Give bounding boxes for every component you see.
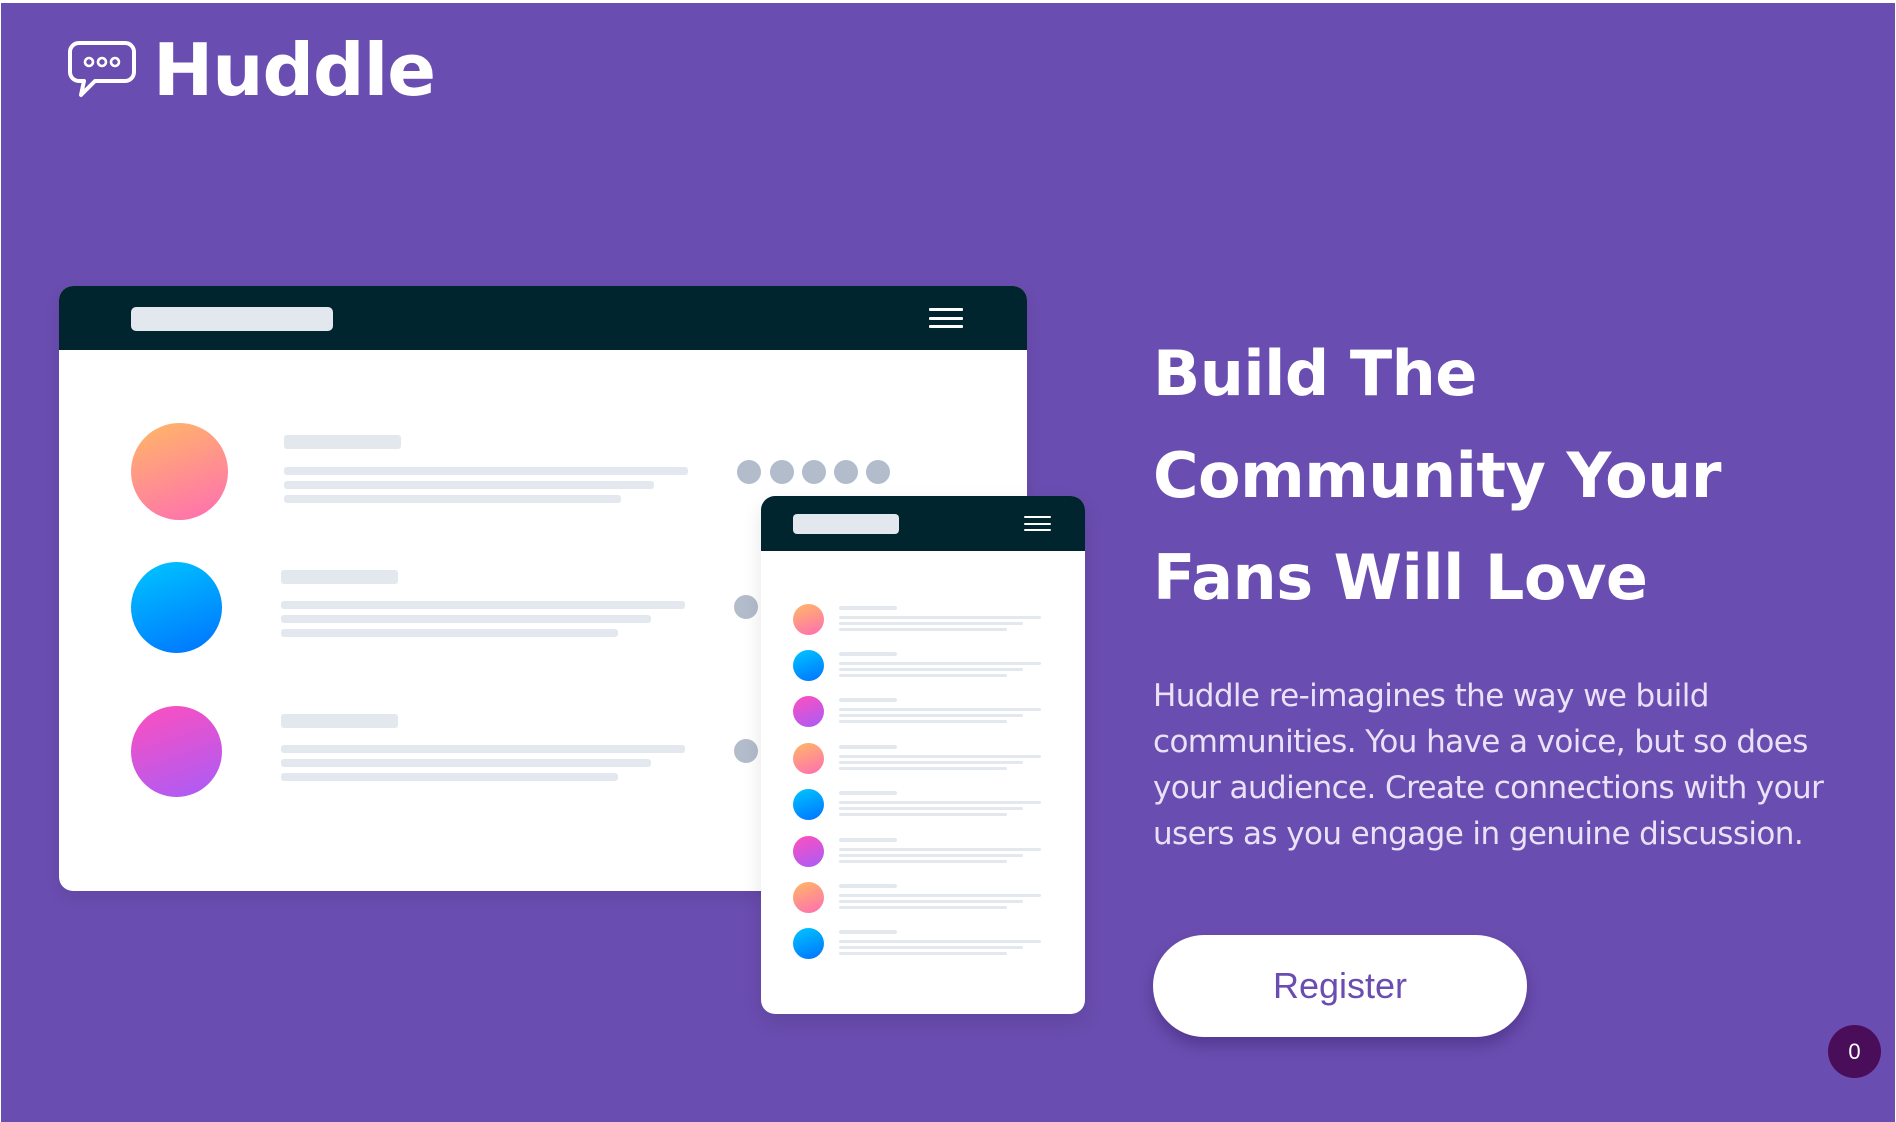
mockup-line bbox=[281, 601, 685, 609]
mockup-avatar bbox=[131, 562, 222, 653]
mockup-line bbox=[839, 674, 1007, 677]
mockup-line bbox=[839, 860, 1007, 863]
page: Huddle Build The Community Your Fans Wil… bbox=[0, 0, 1896, 1122]
mockup-line bbox=[281, 759, 651, 767]
mobile-mockup-header bbox=[761, 496, 1085, 551]
mockup-line bbox=[281, 745, 685, 753]
desktop-mockup-title-placeholder bbox=[131, 307, 333, 331]
mobile-mockup-row bbox=[761, 789, 1085, 835]
mockup-line bbox=[839, 940, 1041, 943]
mockup-line bbox=[839, 755, 1041, 758]
mobile-mockup-title-placeholder bbox=[793, 514, 899, 534]
mockup-line bbox=[281, 714, 398, 728]
mockup-line bbox=[839, 791, 897, 795]
headline-line: Build The bbox=[1153, 337, 1477, 410]
mockup-line bbox=[284, 495, 621, 503]
mockup-line bbox=[839, 622, 1023, 625]
mockup-line bbox=[839, 652, 897, 656]
mockup-avatar bbox=[793, 836, 824, 867]
mockup-avatar bbox=[131, 706, 222, 797]
mockup-dot bbox=[834, 460, 858, 484]
mobile-mockup-row bbox=[761, 882, 1085, 928]
mobile-mockup-row bbox=[761, 696, 1085, 742]
logo[interactable]: Huddle bbox=[67, 28, 436, 112]
mockup-line bbox=[284, 481, 654, 489]
desktop-mockup-header bbox=[59, 286, 1027, 350]
mockup-dot bbox=[734, 595, 758, 619]
mockup-avatar bbox=[793, 928, 824, 959]
mockup-dot bbox=[802, 460, 826, 484]
mockup-line bbox=[839, 698, 897, 702]
chat-bubble-icon bbox=[68, 41, 136, 97]
mobile-mockup-row bbox=[761, 650, 1085, 696]
mockup-line bbox=[839, 900, 1023, 903]
mockup-dot bbox=[737, 460, 761, 484]
mockup-line bbox=[839, 714, 1023, 717]
mockup-line bbox=[284, 435, 401, 449]
mockup-line bbox=[281, 570, 398, 584]
mockup-line bbox=[839, 807, 1023, 810]
mockup-line bbox=[281, 773, 618, 781]
hero-section: Huddle Build The Community Your Fans Wil… bbox=[1, 3, 1895, 1122]
hero-description: Huddle re-imagines the way we build comm… bbox=[1153, 678, 1824, 852]
mockup-line bbox=[839, 745, 897, 749]
mockup-line bbox=[839, 813, 1007, 816]
mobile-mockup-row bbox=[761, 604, 1085, 650]
hamburger-menu-icon bbox=[1024, 516, 1051, 531]
mockup-line bbox=[839, 606, 897, 610]
hero-illustration bbox=[59, 286, 1085, 1014]
mockup-line bbox=[839, 854, 1023, 857]
hero-headline: Build The Community Your Fans Will Love bbox=[1153, 323, 1873, 629]
mockup-line bbox=[281, 629, 618, 637]
mockup-line bbox=[839, 708, 1041, 711]
mockup-avatar bbox=[131, 423, 228, 520]
mockup-line bbox=[284, 467, 688, 475]
mockup-line bbox=[839, 906, 1007, 909]
mockup-avatar bbox=[793, 882, 824, 913]
mockup-avatar bbox=[793, 696, 824, 727]
mockup-line bbox=[839, 894, 1041, 897]
mockup-line bbox=[839, 767, 1007, 770]
register-button[interactable]: Register bbox=[1153, 935, 1527, 1037]
headline-line: Fans Will Love bbox=[1153, 541, 1648, 614]
mockup-line bbox=[839, 801, 1041, 804]
mockup-dot bbox=[770, 460, 794, 484]
mockup-line bbox=[839, 616, 1041, 619]
mockup-avatar bbox=[793, 743, 824, 774]
mockup-line bbox=[839, 838, 897, 842]
mockup-avatar bbox=[793, 650, 824, 681]
hero-content: Build The Community Your Fans Will Love … bbox=[1153, 323, 1873, 857]
logo-text: Huddle bbox=[153, 28, 436, 112]
mockup-dot bbox=[734, 739, 758, 763]
mockup-line bbox=[839, 720, 1007, 723]
notification-badge[interactable]: 0 bbox=[1828, 1025, 1881, 1078]
mobile-mockup-row bbox=[761, 743, 1085, 789]
mockup-line bbox=[839, 662, 1041, 665]
mobile-mockup-row bbox=[761, 928, 1085, 974]
mockup-line bbox=[839, 946, 1023, 949]
mockup-avatar bbox=[793, 604, 824, 635]
mockup-line bbox=[839, 628, 1007, 631]
mockup-line bbox=[839, 668, 1023, 671]
mobile-mockup-row bbox=[761, 836, 1085, 882]
mockup-line bbox=[839, 884, 897, 888]
mockup-line bbox=[839, 952, 1007, 955]
mockup-line bbox=[839, 848, 1041, 851]
mobile-mockup bbox=[761, 496, 1085, 1014]
mockup-avatar bbox=[793, 789, 824, 820]
mockup-dot bbox=[866, 460, 890, 484]
headline-line: Community Your bbox=[1153, 439, 1721, 512]
hamburger-menu-icon bbox=[929, 308, 963, 328]
mockup-line bbox=[281, 615, 651, 623]
mockup-line bbox=[839, 761, 1023, 764]
mockup-line bbox=[839, 930, 897, 934]
